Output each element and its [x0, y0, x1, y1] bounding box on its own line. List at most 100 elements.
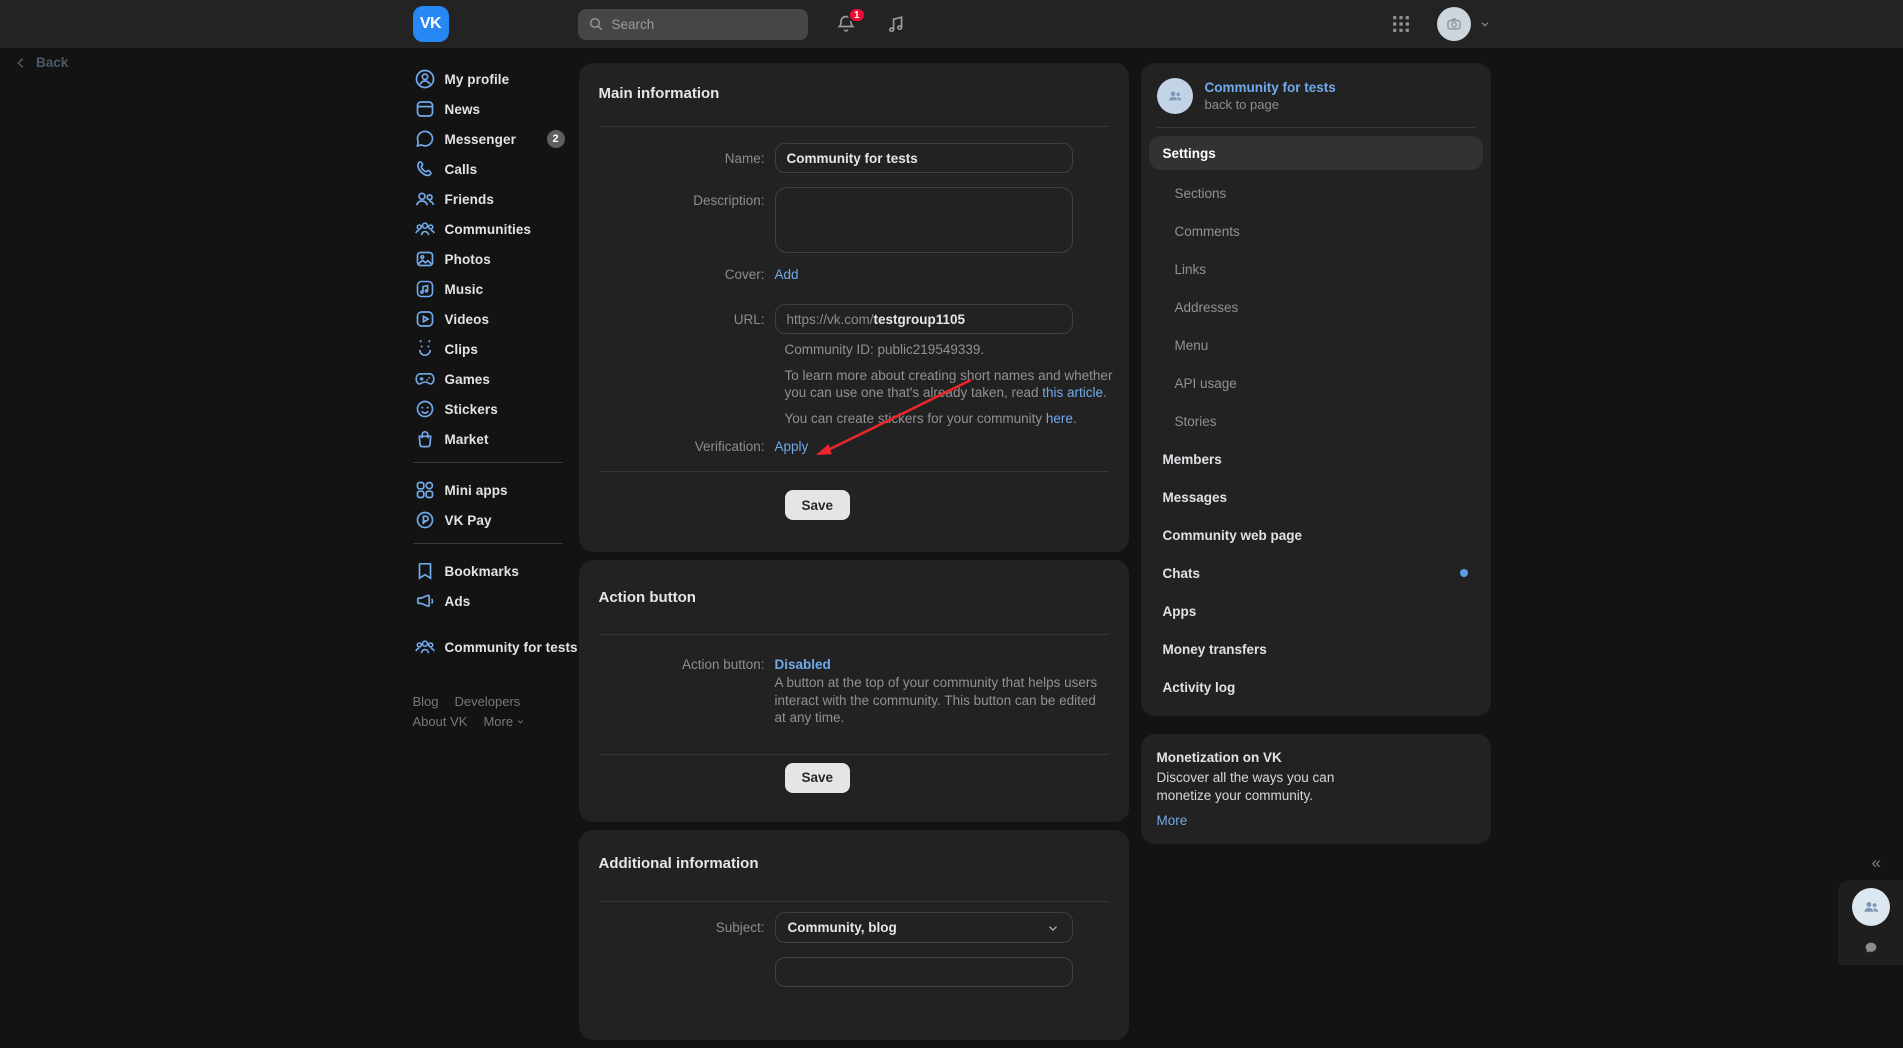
profile-menu-chevron-icon[interactable] — [1479, 18, 1491, 30]
sidebar-item-stickers[interactable]: Stickers — [413, 394, 579, 424]
sidebar-item-label: VK Pay — [445, 513, 492, 528]
sidebar-item-mini-apps[interactable]: Mini apps — [413, 475, 579, 505]
videos-icon — [413, 307, 437, 331]
sidebar-item-friends[interactable]: Friends — [413, 184, 579, 214]
top-bar: VK 1 — [0, 0, 1903, 48]
sidebar-item-ads[interactable]: Ads — [413, 586, 579, 616]
sidebar-item-clips[interactable]: Clips — [413, 334, 579, 364]
user-circle-icon — [413, 67, 437, 91]
sidebar-item-vk-pay[interactable]: VK Pay — [413, 505, 579, 535]
clipped-input[interactable] — [775, 957, 1073, 987]
sidebar-item-label: Music — [445, 282, 484, 297]
community-menu-card: Community for tests back to page Setting… — [1141, 63, 1491, 716]
sidebar-item-label: Videos — [445, 312, 490, 327]
search-input[interactable] — [612, 17, 782, 32]
sidebar-item-calls[interactable]: Calls — [413, 154, 579, 184]
sidebar-item-market[interactable]: Market — [413, 424, 579, 454]
sidebar-item-label: My profile — [445, 72, 510, 87]
back-button[interactable]: Back — [14, 55, 68, 70]
here-link[interactable]: here — [1046, 411, 1073, 426]
sidebar-item-communities[interactable]: Communities — [413, 214, 579, 244]
menu-item-links[interactable]: Links — [1141, 250, 1491, 288]
music-button[interactable] — [884, 12, 908, 36]
save-button[interactable]: Save — [785, 763, 851, 793]
sidebar-item-label: Games — [445, 372, 491, 387]
community-avatar[interactable] — [1157, 78, 1193, 114]
search-bar[interactable] — [578, 9, 808, 40]
people-icon — [1165, 86, 1185, 106]
apps-grid-icon[interactable] — [1391, 14, 1411, 34]
menu-item-settings[interactable]: Settings — [1149, 136, 1483, 170]
menu-item-activity-log[interactable]: Activity log — [1141, 668, 1491, 706]
vk-pay-icon — [413, 508, 437, 532]
menu-item-community-web-page[interactable]: Community web page — [1141, 516, 1491, 554]
footer-link-more[interactable]: More — [483, 714, 525, 729]
menu-item-stories[interactable]: Stories — [1141, 402, 1491, 440]
name-input[interactable]: Community for tests — [775, 143, 1073, 173]
sidebar-item-label: Communities — [445, 222, 532, 237]
messenger-icon — [413, 127, 437, 151]
dock-avatar[interactable] — [1852, 888, 1890, 926]
footer-link-about[interactable]: About VK — [413, 714, 468, 729]
chevron-left-icon — [14, 56, 28, 70]
menu-item-money-transfers[interactable]: Money transfers — [1141, 630, 1491, 668]
this-article-link[interactable]: this article — [1042, 385, 1103, 400]
chat-bubble-icon[interactable] — [1863, 940, 1879, 956]
sidebar-item-videos[interactable]: Videos — [413, 304, 579, 334]
music-box-icon — [413, 277, 437, 301]
menu-item-messages[interactable]: Messages — [1141, 478, 1491, 516]
menu-item-chats[interactable]: Chats — [1141, 554, 1491, 592]
menu-item-menu[interactable]: Menu — [1141, 326, 1491, 364]
sidebar-item-photos[interactable]: Photos — [413, 244, 579, 274]
main-information-card: Main information Name: Community for tes… — [579, 63, 1129, 552]
menu-item-comments[interactable]: Comments — [1141, 212, 1491, 250]
sidebar-item-label: Mini apps — [445, 483, 508, 498]
url-input[interactable]: https://vk.com/testgroup1105 — [775, 304, 1073, 334]
profile-avatar[interactable] — [1437, 7, 1471, 41]
action-button-status-link[interactable]: Disabled — [775, 657, 831, 672]
footer-link-developers[interactable]: Developers — [455, 694, 521, 709]
verification-apply-link[interactable]: Apply — [775, 439, 809, 454]
sidebar-item-label: Photos — [445, 252, 491, 267]
sidebar-item-music[interactable]: Music — [413, 274, 579, 304]
sidebar-footer: Blog Developers About VK More — [413, 694, 579, 729]
community-name-link[interactable]: Community for tests — [1205, 80, 1336, 95]
gamepad-icon — [413, 367, 437, 391]
sidebar-item-label: Friends — [445, 192, 494, 207]
friends-icon — [413, 187, 437, 211]
sidebar-item-games[interactable]: Games — [413, 364, 579, 394]
url-label: URL: — [599, 312, 775, 327]
sidebar-item-bookmarks[interactable]: Bookmarks — [413, 556, 579, 586]
left-sidebar: My profile News Messenger 2 Calls Friend… — [413, 63, 579, 734]
menu-item-api-usage[interactable]: API usage — [1141, 364, 1491, 402]
cover-label: Cover: — [599, 267, 775, 282]
menu-item-members[interactable]: Members — [1141, 440, 1491, 478]
verification-label: Verification: — [599, 439, 775, 454]
vk-logo[interactable]: VK — [413, 6, 449, 42]
save-button[interactable]: Save — [785, 490, 851, 520]
monetization-more-link[interactable]: More — [1157, 813, 1475, 828]
card-title: Additional information — [579, 830, 1129, 872]
menu-item-sections[interactable]: Sections — [1141, 174, 1491, 212]
notifications-button[interactable]: 1 — [834, 12, 858, 36]
sidebar-item-news[interactable]: News — [413, 94, 579, 124]
sidebar-item-messenger[interactable]: Messenger 2 — [413, 124, 579, 154]
subject-select[interactable]: Community, blog — [775, 912, 1073, 943]
monetization-text: Discover all the ways you can monetize y… — [1157, 769, 1387, 804]
photos-icon — [413, 247, 437, 271]
back-to-page-label[interactable]: back to page — [1205, 97, 1336, 112]
collapse-dock-icon[interactable]: « — [1872, 853, 1881, 873]
additional-information-card: Additional information Subject: Communit… — [579, 830, 1129, 1040]
search-icon — [588, 16, 604, 32]
menu-item-apps[interactable]: Apps — [1141, 592, 1491, 630]
description-textarea[interactable] — [775, 187, 1073, 253]
footer-link-blog[interactable]: Blog — [413, 694, 439, 709]
sidebar-item-community-for-tests[interactable]: Community for tests — [413, 632, 579, 662]
cover-add-link[interactable]: Add — [775, 267, 799, 282]
url-hints: Community ID: public219549339. To learn … — [785, 341, 1125, 427]
sidebar-item-my-profile[interactable]: My profile — [413, 64, 579, 94]
chevron-down-icon — [1046, 921, 1060, 935]
main-content: Main information Name: Community for tes… — [579, 63, 1129, 1048]
menu-item-addresses[interactable]: Addresses — [1141, 288, 1491, 326]
action-button-label: Action button: — [599, 657, 775, 672]
